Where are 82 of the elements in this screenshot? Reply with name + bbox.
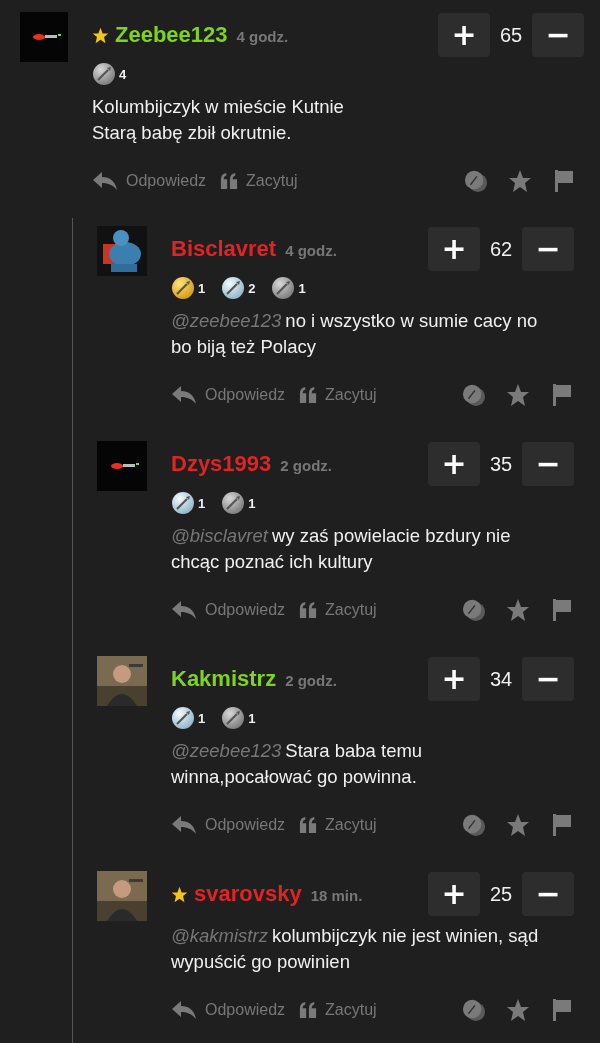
favorite-icon[interactable] — [506, 598, 530, 622]
badge-count: 2 — [248, 280, 256, 296]
badge-icon[interactable] — [462, 598, 486, 622]
vote-count: 62 — [488, 237, 514, 261]
quote-link[interactable]: Zacytuj — [325, 1001, 377, 1019]
reply-link[interactable]: Odpowiedz — [205, 816, 286, 834]
username[interactable]: Bisclavret — [171, 236, 277, 262]
username[interactable]: Zeebee123 — [115, 22, 228, 48]
badge-icon[interactable] — [462, 998, 486, 1022]
mention-link[interactable]: @kakmistrz — [171, 925, 268, 946]
comment-text: chcąc poznać ich kultury — [171, 551, 373, 572]
quote-icon[interactable] — [299, 386, 318, 404]
quote-link[interactable]: Zacytuj — [325, 386, 377, 404]
reply-icon[interactable] — [171, 1000, 197, 1020]
downvote-button[interactable]: − — [522, 227, 574, 271]
quote-link[interactable]: Zacytuj — [246, 172, 298, 190]
badge-icon[interactable] — [462, 813, 486, 837]
quote-icon[interactable] — [220, 172, 239, 190]
downvote-button[interactable]: − — [522, 872, 574, 916]
upvote-button[interactable]: + — [428, 657, 480, 701]
flag-icon[interactable] — [550, 998, 574, 1022]
vote-count: 25 — [488, 882, 514, 906]
upvote-button[interactable]: + — [428, 442, 480, 486]
comment-text: wy zaś powielacie bzdury nie — [271, 525, 511, 546]
comment-text: kolumbijczyk nie jest winien, sąd — [271, 925, 539, 946]
comment-text: no i wszystko w sumie cacy no — [285, 310, 538, 331]
quote-link[interactable]: Zacytuj — [325, 816, 377, 834]
vote-count: 65 — [498, 23, 524, 47]
reply-icon[interactable] — [92, 171, 118, 191]
badge-count: 1 — [198, 280, 206, 296]
reply-link[interactable]: Odpowiedz — [205, 601, 286, 619]
flag-icon[interactable] — [550, 598, 574, 622]
flag-icon[interactable] — [550, 383, 574, 407]
badge-count: 1 — [298, 280, 306, 296]
comment-text: bo biją też Polacy — [171, 336, 316, 357]
username[interactable]: Dzys1993 — [171, 451, 272, 477]
upvote-button[interactable]: + — [428, 227, 480, 271]
downvote-button[interactable]: − — [522, 442, 574, 486]
reply-icon[interactable] — [171, 600, 197, 620]
reply-link[interactable]: Odpowiedz — [205, 1001, 286, 1019]
badge-icon[interactable] — [462, 383, 486, 407]
favorite-icon[interactable] — [506, 813, 530, 837]
reply-link[interactable]: Odpowiedz — [205, 386, 286, 404]
downvote-button[interactable]: − — [522, 657, 574, 701]
upvote-button[interactable]: + — [428, 872, 480, 916]
flag-icon[interactable] — [550, 813, 574, 837]
quote-icon[interactable] — [299, 816, 318, 834]
reply-icon[interactable] — [171, 385, 197, 405]
mention-link[interactable]: @zeebee123 — [171, 740, 282, 761]
badge-count: 1 — [198, 495, 206, 511]
mention-link[interactable]: @zeebee123 — [171, 310, 282, 331]
comment-text: Kolumbijczyk w mieście Kutnie — [92, 96, 344, 117]
badge-count: 1 — [198, 710, 206, 726]
favorite-icon[interactable] — [508, 169, 532, 193]
badge-count: 4 — [119, 66, 127, 82]
quote-icon[interactable] — [299, 1001, 318, 1019]
username[interactable]: Kakmistrz — [171, 666, 277, 692]
timestamp: 2 godz. — [285, 672, 337, 689]
comment-text: wypuścić go powinien — [171, 951, 350, 972]
username[interactable]: svarovsky — [194, 881, 302, 907]
favorite-icon[interactable] — [506, 383, 530, 407]
upvote-button[interactable]: + — [438, 13, 490, 57]
comment-text: winna,pocałować go powinna. — [171, 766, 417, 787]
timestamp: 4 godz. — [285, 242, 337, 259]
vote-count: 35 — [488, 452, 514, 476]
timestamp: 2 godz. — [280, 457, 332, 474]
badge-icon[interactable] — [464, 169, 488, 193]
flag-icon[interactable] — [552, 169, 576, 193]
mention-link[interactable]: @bisclavret — [171, 525, 268, 546]
reply-icon[interactable] — [171, 815, 197, 835]
quote-icon[interactable] — [299, 601, 318, 619]
vote-count: 34 — [488, 667, 514, 691]
badge-count: 1 — [248, 495, 256, 511]
comment-text: Stara baba temu — [285, 740, 423, 761]
favorite-icon[interactable] — [506, 998, 530, 1022]
timestamp: 18 min. — [310, 887, 363, 904]
downvote-button[interactable]: − — [532, 13, 584, 57]
badge-count: 1 — [248, 710, 256, 726]
comment-text: Starą babę zbił okrutnie. — [92, 122, 292, 143]
quote-link[interactable]: Zacytuj — [325, 601, 377, 619]
timestamp: 4 godz. — [236, 28, 289, 45]
reply-link[interactable]: Odpowiedz — [126, 172, 207, 190]
